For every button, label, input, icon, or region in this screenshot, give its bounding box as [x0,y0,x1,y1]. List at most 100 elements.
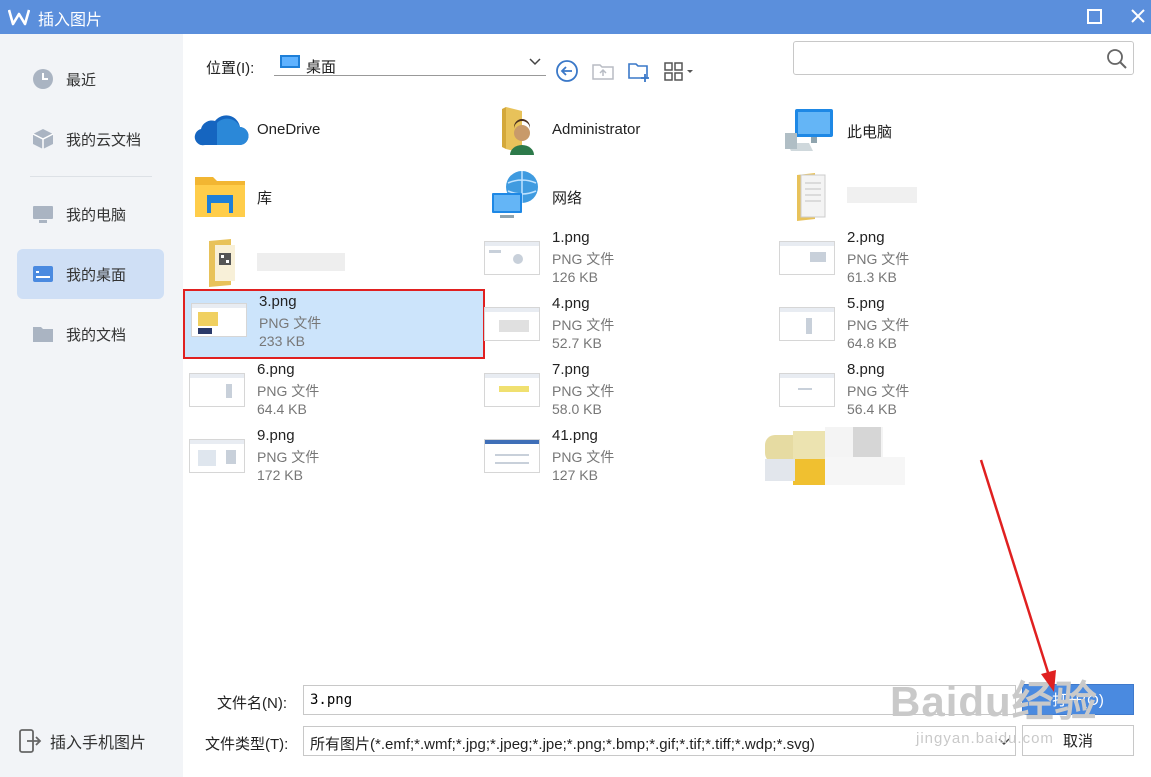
file-item-9-png[interactable]: 9.png PNG 文件 172 KB [183,427,475,491]
up-folder-icon[interactable] [591,59,615,83]
file-size: 127 KB [552,467,598,483]
file-type: PNG 文件 [259,315,322,331]
file-name: 6.png [257,361,295,378]
computer-icon [785,109,833,151]
maximize-icon[interactable] [1086,8,1103,25]
file-item-onedrive[interactable]: OneDrive [183,97,475,161]
location-dropdown[interactable]: 桌面 [274,50,546,76]
file-item-blurred-qr-folder[interactable] [183,229,475,293]
file-size: 58.0 KB [552,401,602,417]
sidebar-item-my-computer[interactable]: 我的电脑 [17,189,164,239]
file-type: PNG 文件 [552,251,615,267]
image-thumbnail [189,439,245,473]
file-size: 64.8 KB [847,335,897,351]
file-item-7-png[interactable]: 7.png PNG 文件 58.0 KB [478,361,770,425]
sidebar-item-label: 最近 [66,71,97,89]
file-size: 61.3 KB [847,269,897,285]
file-size: 56.4 KB [847,401,897,417]
file-name: OneDrive [257,121,321,138]
network-icon [492,171,538,218]
folder-qr-icon [209,239,235,287]
new-folder-icon[interactable] [627,59,651,83]
sidebar-item-label: 我的文档 [66,326,127,344]
filetype-label: 文件类型(T): [205,736,289,753]
file-name: 3.png [259,293,297,310]
search-box[interactable] [793,41,1134,75]
file-name: 4.png [552,295,590,312]
file-item-4-png[interactable]: 4.png PNG 文件 52.7 KB [478,295,770,359]
file-item-blurred-folder[interactable] [773,163,1065,227]
sidebar: 最近 我的云文档 我的电脑 我的桌面 我的文档 插入手机图片 [0,34,183,777]
file-item-41-png[interactable]: 41.png PNG 文件 127 KB [478,427,770,491]
file-item-network[interactable]: 网络 [478,163,770,227]
watermark-url: jingyan.baidu.com [916,730,1054,747]
file-type: PNG 文件 [552,317,615,333]
file-type: PNG 文件 [847,317,910,333]
image-thumbnail [484,373,540,407]
filetype-dropdown[interactable]: 所有图片(*.emf;*.wmf;*.jpg;*.jpeg;*.jpe;*.pn… [303,726,1016,756]
file-item-2-png[interactable]: 2.png PNG 文件 61.3 KB [773,229,1065,293]
image-thumbnail [191,303,247,337]
file-name: 网络 [552,190,583,207]
image-thumbnail [779,373,835,407]
search-icon[interactable] [1106,48,1128,70]
location-value: 桌面 [306,59,337,76]
file-name: 8.png [847,361,885,378]
file-size: 52.7 KB [552,335,602,351]
file-item-this-pc[interactable]: 此电脑 [773,97,1065,161]
file-item-8-png[interactable]: 8.png PNG 文件 56.4 KB [773,361,1065,425]
file-item-library[interactable]: 库 [183,163,475,227]
close-icon[interactable] [1128,6,1148,26]
file-item-administrator[interactable]: Administrator [478,97,770,161]
file-type: PNG 文件 [257,449,320,465]
search-input[interactable] [800,48,1100,68]
file-name: Administrator [552,121,641,138]
sidebar-item-label: 我的桌面 [66,266,127,284]
watermark-logo: Baidu经验 [890,678,1098,725]
file-name: 7.png [552,361,590,378]
redacted-item [765,427,915,489]
filename-label: 文件名(N): [217,695,287,712]
view-menu-icon[interactable] [663,59,697,83]
file-type: PNG 文件 [552,449,615,465]
image-thumbnail [779,307,835,341]
location-label: 位置(I): [206,60,255,77]
sidebar-item-label: 我的云文档 [66,131,142,149]
insert-phone-image-button[interactable]: 插入手机图片 [18,729,146,753]
chevron-down-icon [529,58,541,66]
sidebar-divider [30,176,152,177]
image-thumbnail [484,241,540,275]
onedrive-cloud-icon [194,115,249,146]
sidebar-item-my-desktop[interactable]: 我的桌面 [17,249,164,299]
file-name: 2.png [847,229,885,246]
insert-phone-image-label: 插入手机图片 [50,735,147,752]
phone-import-icon [19,729,42,753]
file-type: PNG 文件 [257,383,320,399]
file-item-6-png[interactable]: 6.png PNG 文件 64.4 KB [183,361,475,425]
image-thumbnail [484,439,540,473]
image-thumbnail [189,373,245,407]
sidebar-item-recent[interactable]: 最近 [17,54,164,104]
file-size: 126 KB [552,269,598,285]
file-item-1-png[interactable]: 1.png PNG 文件 126 KB [478,229,770,293]
file-name-redacted [847,187,917,203]
back-icon[interactable] [555,59,579,83]
file-name: 此电脑 [847,124,893,141]
cube-icon [32,129,54,149]
clock-icon [33,69,53,89]
desktop-icon [33,266,53,282]
file-type: PNG 文件 [552,383,615,399]
file-name: 9.png [257,427,295,444]
folder-doc-icon [797,173,826,221]
window-title: 插入图片 [38,12,103,29]
folder-icon [33,327,53,342]
monitor-icon [33,206,53,223]
sidebar-item-cloud-docs[interactable]: 我的云文档 [17,114,164,164]
sidebar-item-label: 我的电脑 [66,206,127,224]
file-item-5-png[interactable]: 5.png PNG 文件 64.8 KB [773,295,1065,359]
file-item-3-png[interactable]: 3.png PNG 文件 233 KB [183,289,485,359]
file-type: PNG 文件 [847,251,910,267]
image-thumbnail [484,307,540,341]
file-name: 库 [257,190,273,207]
sidebar-item-my-documents[interactable]: 我的文档 [17,309,164,359]
